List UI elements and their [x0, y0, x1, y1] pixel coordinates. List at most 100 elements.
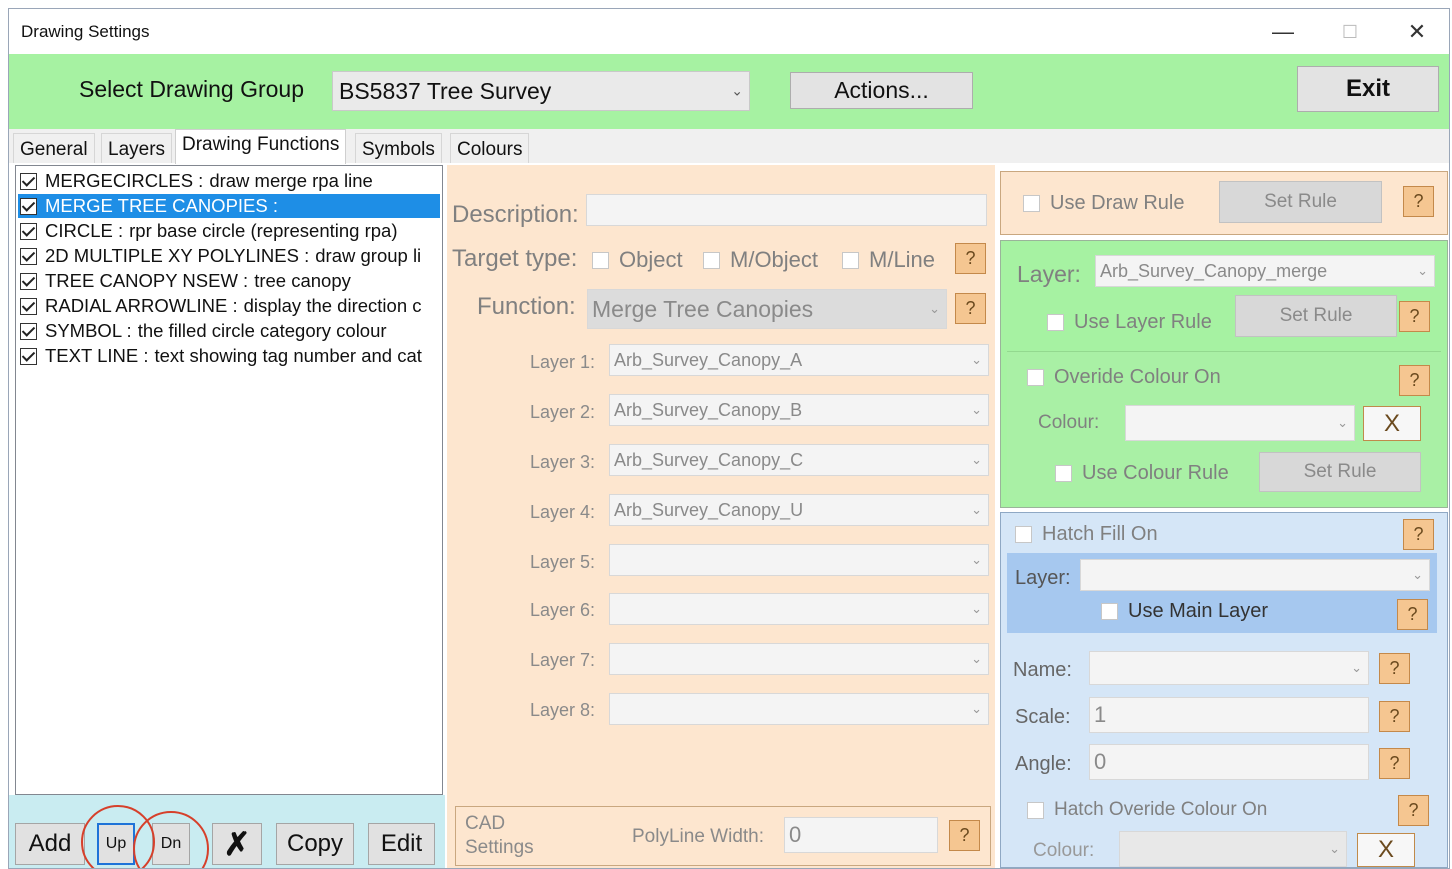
hatch-name-help-button[interactable]: ? [1379, 653, 1410, 684]
description-input[interactable] [586, 194, 987, 226]
checkbox[interactable] [20, 172, 37, 190]
group-toolbar: Select Drawing Group BS5837 Tree Survey … [9, 54, 1449, 129]
checkbox[interactable] [1101, 603, 1118, 620]
checkbox[interactable] [20, 222, 37, 240]
tab-layers[interactable]: Layers [101, 133, 173, 163]
tab-general[interactable]: General [13, 133, 95, 163]
delete-button[interactable]: ✗ [212, 823, 262, 865]
override-colour-help-button[interactable]: ? [1399, 365, 1430, 396]
use-main-layer-help-button[interactable]: ? [1397, 599, 1428, 630]
list-item-selected[interactable]: MERGE TREE CANOPIES : [18, 194, 440, 218]
target-object-option[interactable]: Object [592, 247, 683, 273]
use-colour-rule-option[interactable]: Use Colour Rule [1055, 462, 1229, 485]
checkbox[interactable] [1023, 195, 1040, 212]
layer-6-select[interactable]: ⌄ [609, 593, 989, 625]
checkbox[interactable] [1015, 526, 1032, 543]
polyline-width-label: PolyLine Width: [632, 826, 765, 847]
list-item[interactable]: 2D MULTIPLE XY POLYLINES : draw group li [18, 244, 440, 268]
checkbox[interactable] [1055, 465, 1072, 482]
function-detail-panel: Description: Target type: Object M/Objec… [447, 165, 995, 868]
tab-drawing-functions[interactable]: Drawing Functions [175, 129, 347, 164]
maximize-icon[interactable]: ☐ [1322, 17, 1378, 47]
hatch-override-colour-option[interactable]: Hatch Overide Colour On [1027, 799, 1267, 821]
chevron-down-icon: ⌄ [929, 301, 940, 316]
edit-button[interactable]: Edit [368, 823, 435, 865]
cad-settings-label-2: Settings [465, 837, 534, 858]
checkbox[interactable] [20, 347, 37, 365]
add-button[interactable]: Add [15, 823, 85, 865]
function-help-button[interactable]: ? [955, 293, 986, 324]
hatch-name-select[interactable]: ⌄ [1089, 651, 1369, 685]
checkbox[interactable] [20, 247, 37, 265]
layer-rule-help-button[interactable]: ? [1399, 301, 1430, 332]
layer-1-select[interactable]: Arb_Survey_Canopy_A ⌄ [609, 344, 989, 376]
tab-symbols[interactable]: Symbols [355, 133, 442, 163]
exit-button[interactable]: Exit [1297, 66, 1439, 112]
checkbox[interactable] [703, 251, 720, 269]
hatch-override-help-button[interactable]: ? [1398, 795, 1429, 826]
hatch-fill-help-button[interactable]: ? [1403, 519, 1434, 550]
colour-set-rule-button[interactable]: Set Rule [1259, 452, 1421, 492]
clear-colour-button[interactable]: X [1363, 406, 1421, 441]
use-draw-rule-option[interactable]: Use Draw Rule [1023, 192, 1184, 215]
list-item[interactable]: MERGECIRCLES : draw merge rpa line [18, 169, 440, 193]
layer-8-select[interactable]: ⌄ [609, 693, 989, 725]
clear-hatch-colour-button[interactable]: X [1357, 833, 1415, 867]
checkbox[interactable] [1027, 369, 1044, 386]
override-colour-option[interactable]: Overide Colour On [1027, 366, 1221, 389]
checkbox[interactable] [20, 297, 37, 315]
checkbox[interactable] [1047, 314, 1064, 331]
actions-button[interactable]: Actions... [790, 72, 973, 109]
hatch-angle-help-button[interactable]: ? [1379, 748, 1410, 779]
rule-layer-select[interactable]: Arb_Survey_Canopy_merge ⌄ [1095, 255, 1435, 287]
minimize-icon[interactable]: — [1255, 17, 1311, 47]
copy-button[interactable]: Copy [276, 823, 354, 865]
list-item[interactable]: SYMBOL : the filled circle category colou… [18, 319, 440, 343]
layer-7-select[interactable]: ⌄ [609, 643, 989, 675]
checkbox[interactable] [842, 251, 859, 269]
hatch-scale-help-button[interactable]: ? [1379, 701, 1410, 732]
tab-colours[interactable]: Colours [450, 133, 530, 163]
list-item[interactable]: RADIAL ARROWLINE : display the direction … [18, 294, 440, 318]
list-item[interactable]: TREE CANOPY NSEW : tree canopy [18, 269, 440, 293]
checkbox[interactable] [20, 322, 37, 340]
polyline-width-help-button[interactable]: ? [949, 820, 980, 851]
checkbox[interactable] [20, 272, 37, 290]
drawing-group-select[interactable]: BS5837 Tree Survey ⌄ [332, 71, 750, 111]
target-type-help-button[interactable]: ? [955, 243, 986, 274]
layer-rule-group: Layer: Arb_Survey_Canopy_merge ⌄ Use Laye… [1000, 240, 1448, 508]
target-mobject-option[interactable]: M/Object [703, 247, 818, 273]
checkbox[interactable] [20, 197, 37, 215]
cad-settings-label-1: CAD [465, 813, 506, 834]
hatch-angle-input[interactable]: 0 [1089, 744, 1369, 780]
draw-rule-help-button[interactable]: ? [1403, 186, 1434, 217]
hatch-scale-input[interactable]: 1 [1089, 697, 1369, 733]
layer-set-rule-button[interactable]: Set Rule [1235, 295, 1397, 337]
hatch-fill-option[interactable]: Hatch Fill On [1015, 523, 1158, 546]
close-icon[interactable]: ✕ [1389, 17, 1445, 47]
override-colour-select[interactable]: ⌄ [1125, 405, 1355, 441]
hatch-colour-select[interactable]: ⌄ [1119, 831, 1347, 867]
checkbox[interactable] [592, 251, 609, 269]
function-select[interactable]: Merge Tree Canopies ⌄ [587, 289, 947, 329]
list-item[interactable]: CIRCLE : rpr base circle (representing rp… [18, 219, 440, 243]
override-colour-group: Overide Colour On ? Colour: ⌄ X Use Colo… [1007, 351, 1441, 501]
chevron-down-icon: ⌄ [731, 82, 743, 99]
draw-set-rule-button[interactable]: Set Rule [1219, 181, 1382, 223]
window-title: Drawing Settings [21, 22, 150, 41]
list-item[interactable]: TEXT LINE : text showing tag number and c… [18, 344, 440, 368]
layer-3-select[interactable]: Arb_Survey_Canopy_C ⌄ [609, 444, 989, 476]
use-main-layer-option[interactable]: Use Main Layer [1101, 600, 1268, 623]
target-mline-option[interactable]: M/Line [842, 247, 935, 273]
layer-5-select[interactable]: ⌄ [609, 544, 989, 576]
layer-4-label: Layer 4: [529, 502, 595, 522]
layer-2-select[interactable]: Arb_Survey_Canopy_B ⌄ [609, 394, 989, 426]
checkbox[interactable] [1027, 801, 1044, 819]
hatch-group: Hatch Fill On ? Layer: ⌄ Use Main Layer … [1000, 512, 1448, 868]
use-layer-rule-option[interactable]: Use Layer Rule [1047, 311, 1212, 334]
function-list[interactable]: MERGECIRCLES : draw merge rpa line MERGE … [15, 165, 443, 795]
chevron-down-icon: ⌄ [971, 651, 982, 666]
hatch-layer-select[interactable]: ⌄ [1080, 559, 1430, 591]
polyline-width-input[interactable]: 0 [784, 817, 938, 853]
layer-4-select[interactable]: Arb_Survey_Canopy_U ⌄ [609, 494, 989, 526]
